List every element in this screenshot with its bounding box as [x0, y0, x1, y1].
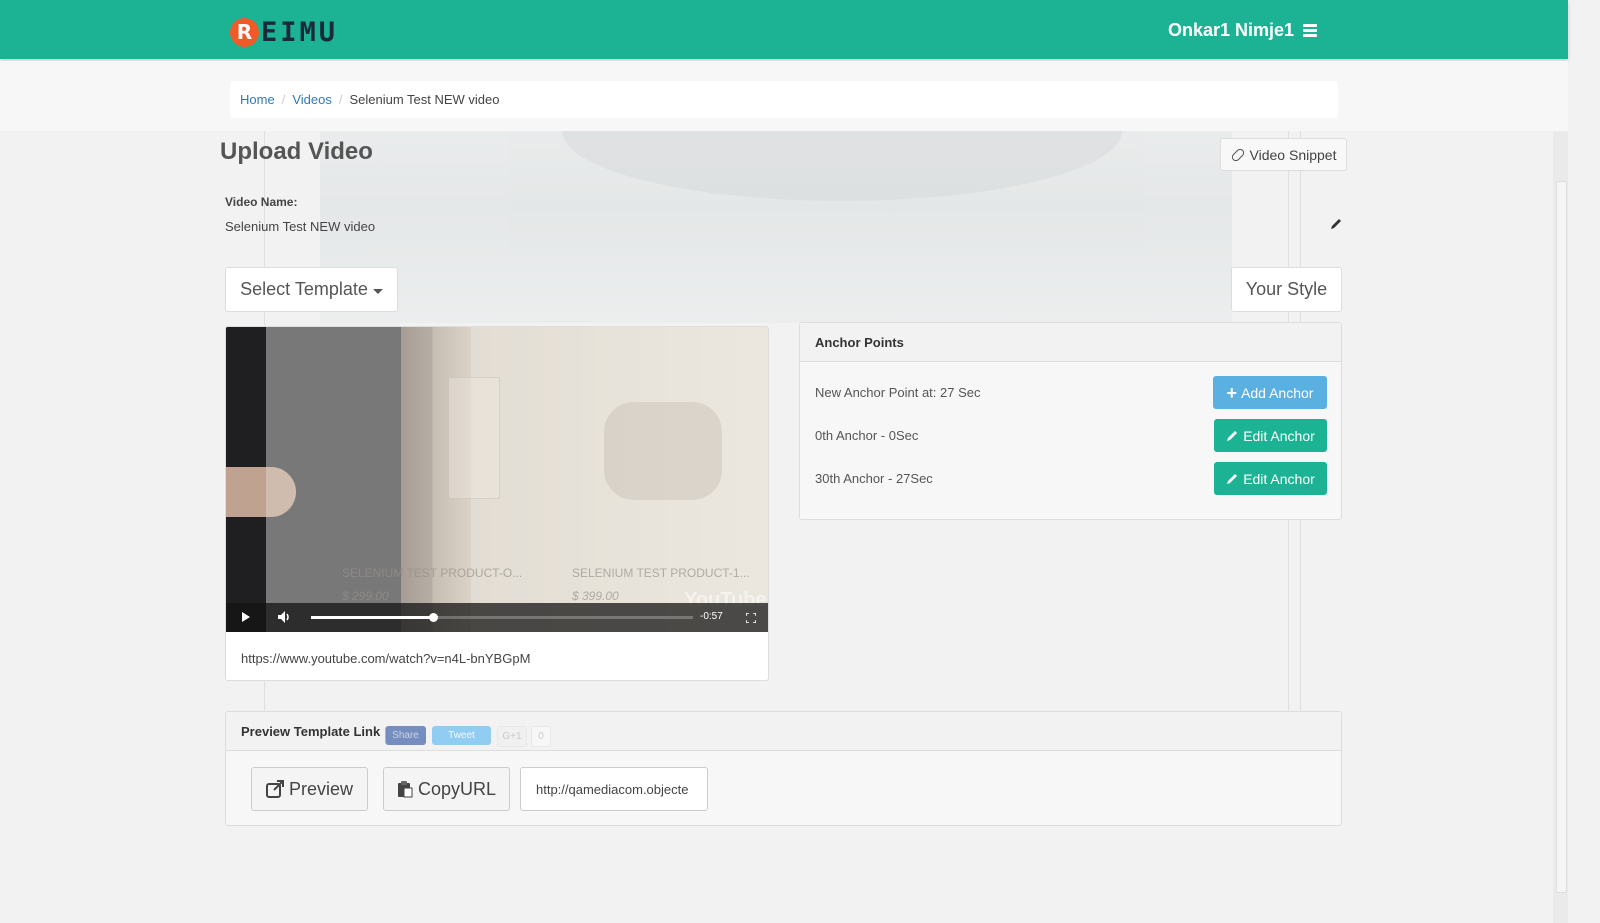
video-player[interactable]: SELENIUM TEST PRODUCT-O... $ 299.00 SELE…	[226, 327, 768, 632]
video-name-label: Video Name:	[225, 195, 298, 209]
caret-down-icon	[372, 288, 383, 294]
scrollbar-thumb[interactable]	[1556, 181, 1567, 893]
logo-text: EIMU	[261, 16, 339, 48]
fullscreen-icon[interactable]	[746, 613, 756, 623]
product-price: $ 299.00	[342, 589, 389, 603]
logo-badge: R	[230, 17, 259, 47]
video-overlay	[266, 327, 768, 632]
video-snippet-button[interactable]: Video Snippet	[1220, 138, 1347, 171]
edit-anchor-label: Edit Anchor	[1243, 470, 1315, 487]
edit-name-pencil-icon[interactable]	[1330, 218, 1342, 230]
user-menu[interactable]: Onkar1 Nimje1	[1168, 20, 1318, 41]
pencil-icon	[1227, 430, 1238, 441]
anchor-points-title: Anchor Points	[800, 323, 1341, 362]
share-button[interactable]: Share	[385, 726, 426, 745]
new-anchor-text: New Anchor Point at: 27 Sec	[815, 385, 981, 400]
tweet-button[interactable]: Tweet	[432, 726, 491, 745]
breadcrumb-current: Selenium Test NEW video	[349, 92, 500, 107]
page-title: Upload Video	[220, 138, 373, 165]
copy-url-button[interactable]: CopyURL	[383, 767, 510, 811]
breadcrumb-home[interactable]: Home	[240, 92, 275, 107]
add-anchor-button[interactable]: + Add Anchor	[1213, 376, 1327, 409]
edit-anchor-button[interactable]: Edit Anchor	[1214, 419, 1327, 452]
edit-anchor-label: Edit Anchor	[1243, 427, 1315, 444]
add-anchor-label: Add Anchor	[1241, 384, 1314, 401]
external-link-icon	[265, 780, 284, 798]
anchor-row-text: 0th Anchor - 0Sec	[815, 428, 919, 443]
select-template-label: Select Template	[240, 279, 368, 299]
logo[interactable]: R EIMU	[230, 16, 338, 48]
breadcrumb: Home / Videos / Selenium Test NEW video	[230, 81, 1338, 118]
product-name: SELENIUM TEST PRODUCT-1...	[572, 566, 750, 580]
clipboard-icon	[397, 781, 413, 798]
video-snippet-label: Video Snippet	[1249, 146, 1337, 163]
preview-label: Preview	[288, 778, 354, 799]
preview-button[interactable]: Preview	[251, 767, 368, 811]
menu-icon[interactable]	[1303, 22, 1318, 39]
preview-url-field[interactable]: http://qamediacom.objecte	[520, 767, 708, 811]
select-template-dropdown[interactable]: Select Template	[225, 267, 398, 312]
breadcrumb-separator: /	[281, 92, 286, 107]
google-plus-button[interactable]: G+1	[497, 726, 527, 747]
edit-anchor-button[interactable]: Edit Anchor	[1214, 462, 1327, 495]
background-overlay-image	[320, 131, 1232, 323]
top-navbar: R EIMU Onkar1 Nimje1	[0, 0, 1568, 59]
video-name-value: Selenium Test NEW video	[225, 219, 376, 234]
plus-icon: +	[1226, 382, 1238, 403]
time-remaining: -0:57	[700, 611, 723, 622]
video-controls: -0:57	[226, 603, 768, 632]
paperclip-icon	[1229, 146, 1246, 163]
volume-icon[interactable]	[278, 611, 292, 623]
anchor-row-text: 30th Anchor - 27Sec	[815, 471, 933, 486]
product-price: $ 399.00	[572, 589, 619, 603]
anchor-points-panel: Anchor Points New Anchor Point at: 27 Se…	[799, 322, 1342, 520]
your-style-button[interactable]: Your Style	[1231, 267, 1342, 312]
breadcrumb-separator: /	[338, 92, 343, 107]
seek-bar[interactable]	[311, 613, 693, 622]
user-name: Onkar1 Nimje1	[1168, 20, 1295, 40]
preview-template-panel: Preview Template Link Share Tweet G+1 0 …	[225, 711, 1342, 826]
share-count: 0	[531, 726, 551, 747]
video-panel: SELENIUM TEST PRODUCT-O... $ 299.00 SELE…	[225, 326, 769, 681]
page-scrollbar[interactable]	[1553, 131, 1568, 923]
copy-url-label: CopyURL	[417, 778, 497, 799]
seek-bar-played	[311, 616, 434, 619]
play-icon[interactable]	[242, 612, 250, 622]
your-style-label: Your Style	[1245, 279, 1328, 299]
product-name: SELENIUM TEST PRODUCT-O...	[342, 566, 523, 580]
seek-handle[interactable]	[429, 613, 439, 622]
breadcrumb-videos[interactable]: Videos	[292, 92, 332, 107]
pencil-icon	[1227, 473, 1238, 484]
video-url: https://www.youtube.com/watch?v=n4L-bnYB…	[241, 651, 531, 666]
